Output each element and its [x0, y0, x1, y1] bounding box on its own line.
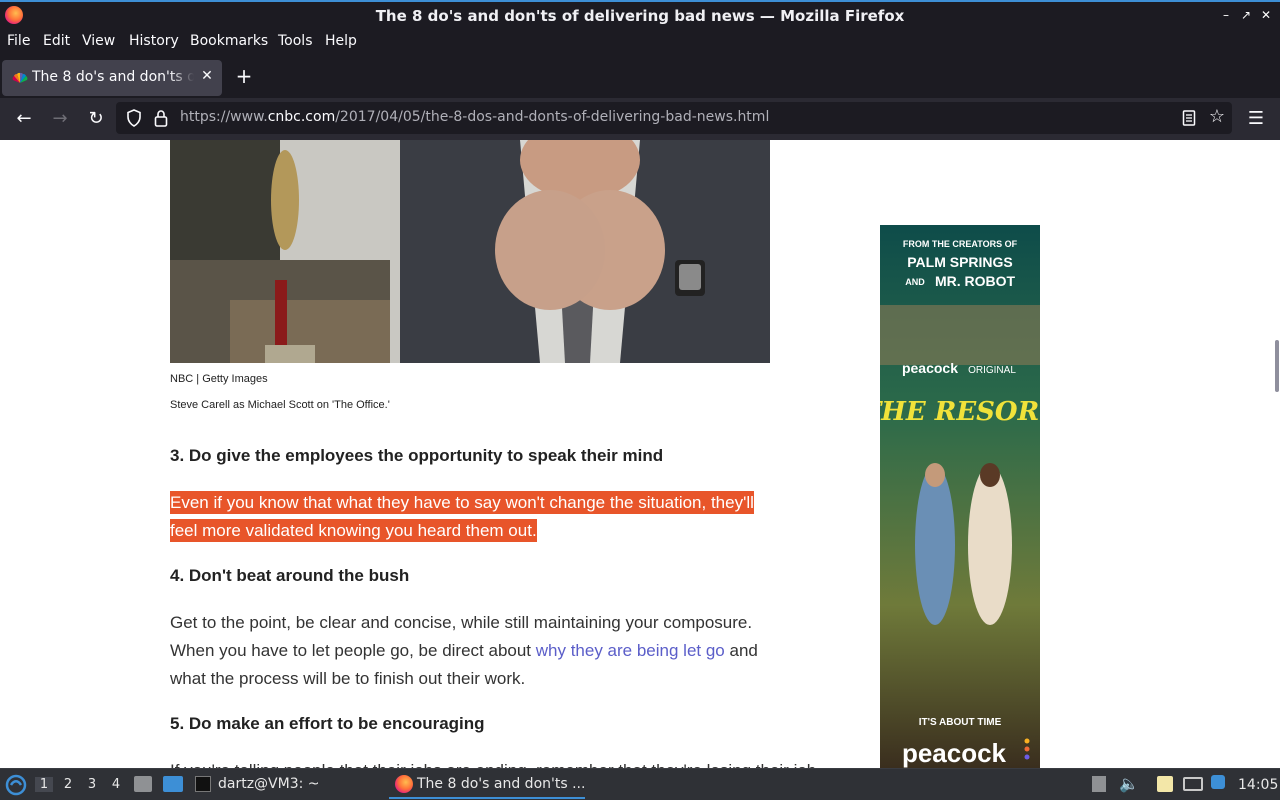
- why-let-go-link[interactable]: why they are being let go: [536, 641, 725, 660]
- notification-icon[interactable]: [1211, 775, 1225, 789]
- file-manager-icon[interactable]: [134, 776, 152, 792]
- lock-icon[interactable]: [154, 109, 168, 127]
- eject-icon[interactable]: [1092, 776, 1106, 792]
- close-tab-icon[interactable]: ✕: [199, 68, 215, 86]
- tab-title: The 8 do's and don'ts of delivering bad …: [32, 69, 194, 85]
- article-photo: [170, 140, 770, 363]
- volume-icon[interactable]: 🔈: [1119, 774, 1139, 793]
- section-3-heading: 3. Do give the employees the opportunity…: [170, 446, 664, 465]
- workspace-1[interactable]: 1: [35, 777, 53, 792]
- menu-tools[interactable]: Tools: [278, 33, 313, 49]
- advertisement-banner[interactable]: FROM THE CREATORS OF PALM SPRINGS AND MR…: [880, 225, 1040, 768]
- photo-caption: Steve Carell as Michael Scott on 'The Of…: [170, 399, 390, 411]
- ad-brand-small: peacock: [902, 360, 958, 376]
- ad-line1: FROM THE CREATORS OF: [903, 239, 1018, 249]
- section-5-paragraph: If you're telling people that their jobs…: [170, 757, 816, 768]
- forward-button[interactable]: →: [48, 107, 72, 131]
- taskbar-terminal[interactable]: dartz@VM3: ~: [218, 776, 320, 792]
- clock: 14:05: [1238, 777, 1279, 793]
- navigation-bar: ← → ↻ https://www.cnbc.com/2017/04/05/th…: [0, 98, 1280, 140]
- reload-button[interactable]: ↻: [84, 107, 108, 131]
- url-text[interactable]: https://www.cnbc.com/2017/04/05/the-8-do…: [180, 109, 769, 125]
- notes-icon[interactable]: [1157, 776, 1173, 792]
- menu-bookmarks[interactable]: Bookmarks: [190, 33, 268, 49]
- minimize-button[interactable]: –: [1218, 7, 1234, 23]
- maximize-button[interactable]: ↗: [1238, 7, 1254, 23]
- firefox-taskbar-icon: [395, 775, 413, 793]
- menu-history[interactable]: History: [129, 33, 179, 49]
- active-window-indicator: [389, 797, 585, 799]
- page-scrollbar-thumb[interactable]: [1275, 340, 1279, 392]
- ad-brand: peacock: [902, 738, 1007, 768]
- taskbar: 1 2 3 4 dartz@VM3: ~ The 8 do's and don'…: [0, 768, 1280, 800]
- workspace-4[interactable]: 4: [107, 777, 125, 792]
- bookmark-star-icon[interactable]: ☆: [1207, 107, 1227, 127]
- menu-file[interactable]: File: [7, 33, 30, 49]
- tab-bar: The 8 do's and don'ts of delivering bad …: [0, 56, 1280, 98]
- ad-show-title: THE RESORT: [880, 397, 1040, 427]
- close-window-button[interactable]: ✕: [1258, 7, 1274, 23]
- url-bar[interactable]: https://www.cnbc.com/2017/04/05/the-8-do…: [116, 102, 1232, 134]
- page-content: NBC | Getty Images Steve Carell as Micha…: [0, 140, 1280, 768]
- tracking-protection-shield-icon[interactable]: [126, 109, 142, 127]
- cnbc-peacock-icon: [12, 72, 28, 83]
- menu-edit[interactable]: Edit: [43, 33, 70, 49]
- photo-credit: NBC | Getty Images: [170, 373, 268, 385]
- start-menu-icon[interactable]: [5, 774, 27, 796]
- menu-view[interactable]: View: [82, 33, 115, 49]
- window-title: The 8 do's and don'ts of delivering bad …: [375, 7, 905, 25]
- taskbar-firefox[interactable]: The 8 do's and don'ts ...: [417, 776, 585, 792]
- app-menu-button[interactable]: ☰: [1246, 107, 1266, 131]
- reader-view-icon[interactable]: [1182, 109, 1196, 127]
- ad-line3-and: AND: [905, 277, 925, 287]
- section-5-heading: 5. Do make an effort to be encouraging: [170, 714, 485, 733]
- workspace-3[interactable]: 3: [83, 777, 101, 792]
- desktop-icon[interactable]: [163, 776, 183, 792]
- terminal-icon: [195, 776, 211, 792]
- menu-help[interactable]: Help: [325, 33, 357, 49]
- ad-line2: PALM SPRINGS: [907, 254, 1013, 270]
- workspace-2[interactable]: 2: [59, 777, 77, 792]
- ad-brand-small-suffix: ORIGINAL: [968, 365, 1016, 376]
- network-icon[interactable]: [1183, 777, 1203, 791]
- section-4-heading: 4. Don't beat around the bush: [170, 566, 410, 585]
- ad-tagline: IT'S ABOUT TIME: [919, 717, 1002, 728]
- back-button[interactable]: ←: [12, 107, 36, 131]
- window-titlebar: The 8 do's and don'ts of delivering bad …: [0, 0, 1280, 29]
- ad-line3: MR. ROBOT: [935, 273, 1016, 289]
- section-3-highlighted-text: Even if you know that what they have to …: [170, 491, 754, 542]
- menu-bar: File Edit View History Bookmarks Tools H…: [0, 29, 1280, 56]
- new-tab-button[interactable]: +: [234, 65, 254, 87]
- tab-active[interactable]: The 8 do's and don'ts of delivering bad …: [2, 60, 222, 96]
- section-4-paragraph: Get to the point, be clear and concise, …: [170, 613, 758, 688]
